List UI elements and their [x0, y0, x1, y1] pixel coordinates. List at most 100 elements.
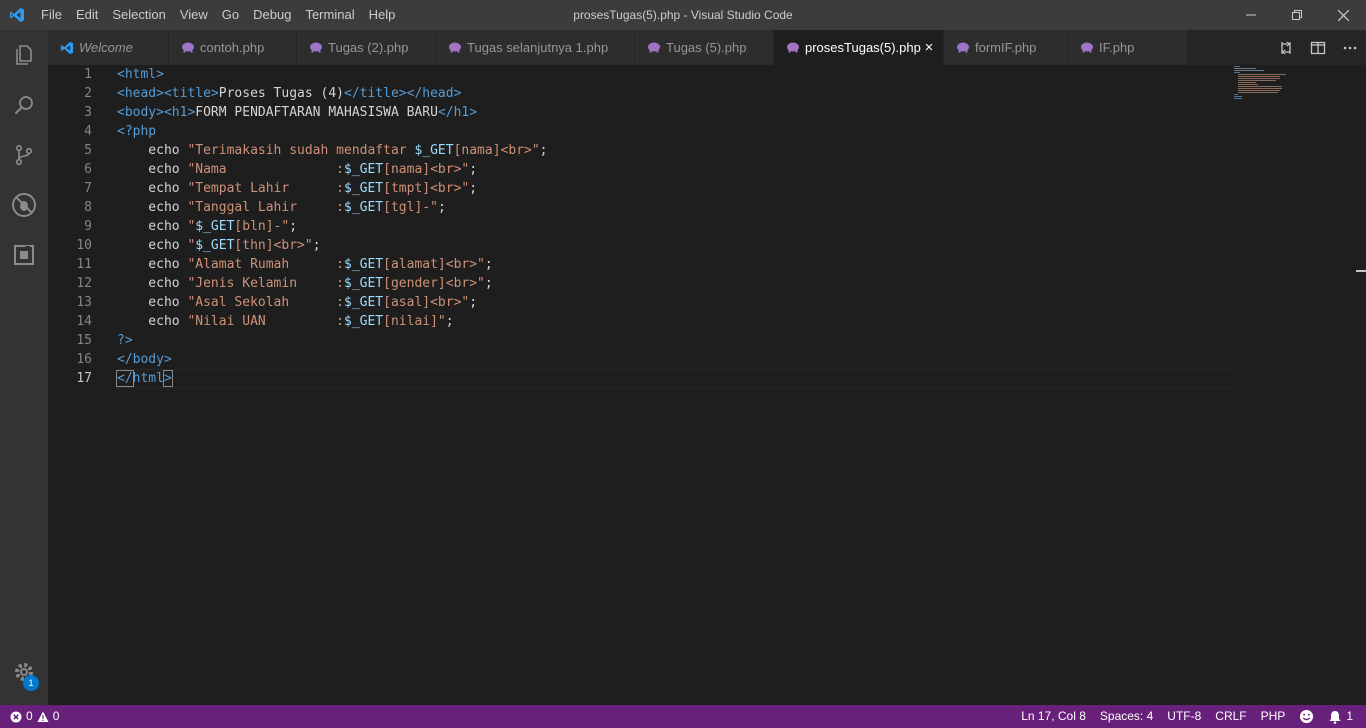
- code-token: </head>: [406, 86, 462, 101]
- code-token: <h1>: [163, 105, 196, 120]
- more-actions-button[interactable]: [1334, 30, 1366, 65]
- manage-button[interactable]: 1: [0, 647, 48, 697]
- notification-count: 1: [1346, 709, 1353, 723]
- open-changes-button[interactable]: [1270, 30, 1302, 65]
- cursor-position[interactable]: Ln 17, Col 8: [1014, 705, 1093, 728]
- line-number: 16: [76, 352, 92, 367]
- tab-label: prosesTugas(5).php: [805, 40, 921, 55]
- code-token: html: [132, 371, 164, 386]
- minimize-icon: [1246, 14, 1256, 16]
- menu-terminal[interactable]: Terminal: [298, 0, 361, 30]
- extensions-button[interactable]: [0, 230, 48, 280]
- menu-bar: File Edit Selection View Go Debug Termin…: [34, 0, 402, 30]
- restore-button[interactable]: [1274, 0, 1320, 30]
- line-number: 2: [84, 86, 92, 101]
- code-token: $_GET: [414, 143, 454, 158]
- problems-indicator[interactable]: 0 0: [10, 705, 66, 728]
- code-token: ;: [469, 181, 478, 196]
- code-token: echo: [117, 181, 188, 196]
- tab-tugas-2[interactable]: Tugas (2).php: [297, 30, 436, 65]
- line-source: echo "Tempat Lahir :$_GET[tmpt]<br>";: [117, 179, 477, 198]
- code-token: </: [116, 370, 134, 387]
- activity-bar: 1: [0, 30, 48, 705]
- code-token: <head>: [117, 86, 164, 101]
- code-token: <?php: [117, 124, 157, 139]
- menu-debug[interactable]: Debug: [246, 0, 298, 30]
- code-token: echo: [117, 238, 188, 253]
- code-token: [tgl]-": [383, 200, 438, 215]
- end-of-line[interactable]: CRLF: [1208, 705, 1253, 728]
- php-elephant-icon: [956, 42, 970, 54]
- file-encoding[interactable]: UTF-8: [1160, 705, 1208, 728]
- code-token: [tmpt]<br>": [383, 181, 470, 196]
- code-token: $_GET: [344, 181, 384, 196]
- code-editor[interactable]: 1 <html> 2 <head><title>Proses Tugas (4)</t…: [48, 65, 1366, 705]
- extensions-icon: [14, 245, 34, 265]
- minimize-button[interactable]: [1228, 0, 1274, 30]
- tab-label: formIF.php: [975, 40, 1037, 55]
- code-token: echo: [117, 200, 188, 215]
- warning-count: 0: [52, 709, 60, 723]
- menu-selection[interactable]: Selection: [105, 0, 172, 30]
- search-button[interactable]: [0, 80, 48, 130]
- no-bug-icon: [12, 193, 36, 217]
- split-editor-button[interactable]: [1302, 30, 1334, 65]
- code-token: FORM PENDAFTARAN MAHASISWA BARU: [195, 105, 438, 120]
- bell-icon: [1329, 710, 1341, 724]
- code-token: </h1>: [437, 105, 478, 120]
- debug-button[interactable]: [0, 180, 48, 230]
- line-source: <?php: [117, 122, 156, 141]
- code-token: <title>: [163, 86, 219, 101]
- code-token: [bln]-": [234, 219, 290, 234]
- php-elephant-icon: [309, 42, 323, 54]
- code-token: ;: [484, 257, 493, 272]
- code-token: [alamat]<br>": [383, 257, 485, 272]
- editor-tabs-bar: Welcome contoh.php Tugas (2).php Tugas s…: [48, 30, 1366, 65]
- menu-view[interactable]: View: [173, 0, 215, 30]
- tab-proses-tugas-5[interactable]: prosesTugas(5).php ×: [774, 30, 944, 65]
- tab-formif[interactable]: formIF.php: [944, 30, 1068, 65]
- scrollbar-cursor-marker: [1356, 270, 1366, 286]
- code-token: "Tempat Lahir :: [187, 181, 344, 196]
- php-elephant-icon: [647, 42, 661, 54]
- feedback-button[interactable]: [1292, 709, 1321, 724]
- line-number: 8: [84, 200, 92, 215]
- close-window-button[interactable]: [1320, 0, 1366, 30]
- vscode-icon: [60, 41, 74, 54]
- vscode-logo-icon[interactable]: [0, 0, 34, 30]
- code-token: "Terimakasih sudah mendaftar: [187, 143, 415, 158]
- code-token: "Asal Sekolah :: [187, 295, 344, 310]
- warning-icon: [37, 711, 49, 722]
- status-bar: 0 0 Ln 17, Col 8 Spaces: 4 UTF-8 CRLF PH…: [0, 705, 1366, 728]
- menu-help[interactable]: Help: [362, 0, 403, 30]
- tab-welcome[interactable]: Welcome: [48, 30, 169, 65]
- code-token: Proses Tugas (4): [218, 86, 344, 101]
- line-source: echo "Terimakasih sudah mendaftar $_GET[…: [117, 141, 547, 160]
- minimap[interactable]: [1234, 65, 1294, 105]
- notifications-button[interactable]: 1: [1321, 705, 1360, 728]
- minimap-preview: [1234, 66, 1286, 99]
- error-icon: [10, 711, 22, 722]
- code-token: $_GET: [344, 257, 384, 272]
- menu-go[interactable]: Go: [215, 0, 246, 30]
- code-token: echo: [117, 276, 188, 291]
- tab-contoh[interactable]: contoh.php: [169, 30, 297, 65]
- line-number: 9: [84, 219, 92, 234]
- menu-file[interactable]: File: [34, 0, 69, 30]
- code-token: "Alamat Rumah :: [187, 257, 344, 272]
- language-mode[interactable]: PHP: [1254, 705, 1293, 728]
- tab-tugas-5[interactable]: Tugas (5).php: [635, 30, 774, 65]
- search-icon: [14, 96, 33, 115]
- vertical-scrollbar[interactable]: [1352, 65, 1366, 705]
- code-token: >: [162, 370, 173, 387]
- source-control-button[interactable]: [0, 130, 48, 180]
- menu-edit[interactable]: Edit: [69, 0, 105, 30]
- php-elephant-icon: [1080, 42, 1094, 54]
- code-token: $_GET: [344, 276, 384, 291]
- tab-if[interactable]: IF.php: [1068, 30, 1188, 65]
- explorer-button[interactable]: [0, 30, 48, 80]
- close-tab-icon[interactable]: ×: [921, 39, 937, 56]
- indentation[interactable]: Spaces: 4: [1093, 705, 1160, 728]
- tab-tugas-selanjutnya[interactable]: Tugas selanjutnya 1.php: [436, 30, 635, 65]
- source-control-icon: [15, 144, 33, 166]
